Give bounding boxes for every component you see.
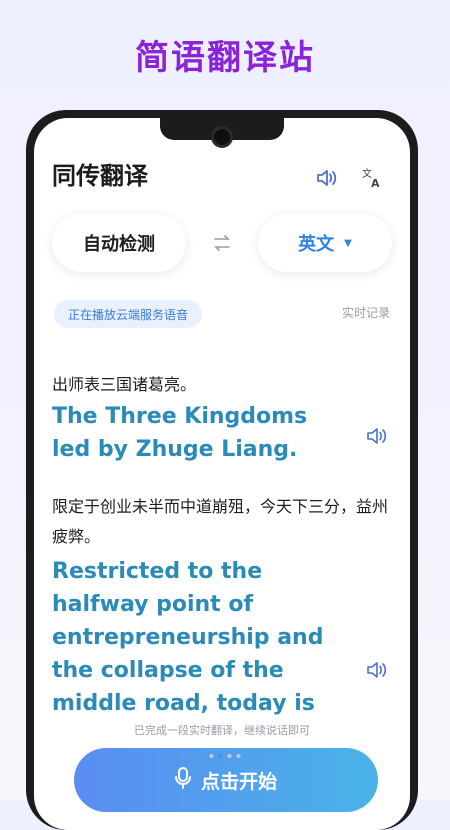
start-button-label: 点击开始 (200, 770, 277, 793)
status-hint: 已完成一段实时翻译，继续说话即可 (134, 724, 310, 737)
page-dot (209, 754, 214, 758)
source-sentence-1: 出师表三国诸葛亮。 (52, 375, 197, 394)
speaker-icon[interactable] (313, 164, 341, 192)
translate-icon[interactable]: 文 A (358, 164, 386, 192)
speaker-icon[interactable] (366, 427, 390, 447)
page-dot (227, 754, 232, 758)
translation-sentence-2: Restricted to the halfway point of entre… (52, 559, 324, 716)
target-language-selector[interactable]: 英文 ▼ (258, 214, 392, 272)
source-sentence-2: 限定于创业未半而中道崩殂，今天下三分，益州疲弊。 (52, 497, 389, 546)
svg-text:A: A (371, 177, 380, 189)
source-language-selector[interactable]: 自动检测 (52, 214, 186, 272)
page-indicator (209, 754, 241, 758)
swap-icon[interactable] (208, 229, 236, 257)
status-badge: 正在播放云端服务语音 (54, 300, 203, 328)
translation-sentence-1: The Three Kingdoms led by Zhuge Liang. (52, 404, 308, 462)
page-title: 同传翻译 (52, 162, 148, 190)
phone-frame: 同传翻译 文 A 自动检测 英文 ▼ 正在播放云端服务语音 实时记录 出师表三国… (26, 110, 418, 830)
banner-title: 简语翻译站 (135, 38, 315, 78)
camera-icon (211, 126, 233, 148)
source-language-label: 自动检测 (83, 234, 155, 255)
caret-down-icon: ▼ (344, 237, 352, 249)
page-dot-active (218, 754, 223, 758)
history-link[interactable]: 实时记录 (342, 304, 390, 321)
microphone-icon (174, 766, 191, 794)
app-screen: 同传翻译 文 A 自动检测 英文 ▼ 正在播放云端服务语音 实时记录 出师表三国… (34, 118, 410, 830)
page-dot (236, 754, 241, 758)
speaker-icon[interactable] (366, 661, 390, 681)
target-language-label: 英文 (298, 234, 335, 255)
